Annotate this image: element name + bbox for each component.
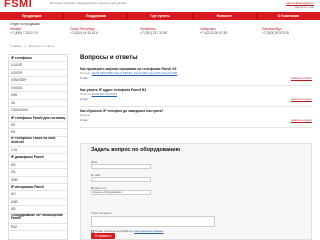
phone-number[interactable]: +7 (343) 30 579 30	[262, 31, 289, 35]
sidebar-item[interactable]: C400/C600	[9, 107, 67, 115]
sidebar-item[interactable]: X3S/X3SP	[9, 77, 67, 85]
sidebar-item[interactable]: X6	[9, 100, 67, 108]
nav-item-about[interactable]: О Компании	[257, 12, 320, 20]
faq-main: Вопросы и ответы Как проверить версию пр…	[80, 54, 312, 128]
nav-item-news[interactable]: Новости	[193, 12, 257, 20]
sidebar-item[interactable]: i31	[9, 169, 67, 177]
faq-models-label: Модели:	[80, 92, 91, 96]
breadcrumb-home[interactable]: Главная	[10, 44, 21, 48]
faq-show-answer-link[interactable]: смотреть ответ	[291, 97, 312, 101]
sidebar-item[interactable]: i20	[9, 162, 67, 170]
sidebar-item[interactable]: X7A	[9, 147, 67, 155]
faq-answer-label: Ответ:	[80, 97, 90, 101]
phones-title: Отдел по продажам:	[10, 22, 41, 26]
faq-models-label: Модели:	[80, 113, 91, 117]
faq-models: Модели: Fanvil X3S/X3SP, Fanvil X4/X4G, …	[80, 71, 177, 75]
form-title: Задать вопрос по оборудованию	[91, 147, 181, 153]
phone-number[interactable]: +7 (351) 217 32 55	[140, 31, 167, 35]
faq-show-answer-link[interactable]: смотреть ответ	[291, 118, 312, 122]
faq-models: Модели:	[80, 113, 91, 117]
faq-item: Как сбросить IP телефон до заводских нас…	[80, 107, 312, 128]
faq-question[interactable]: Как сбросить IP телефон до заводских нас…	[80, 109, 164, 113]
phone-number[interactable]: +7 (812) 41 43 42 6	[70, 31, 98, 35]
logo[interactable]: FSMI	[4, 0, 38, 9]
sidebar-category-door-phones[interactable]: IP домофоны Fanvil	[9, 154, 67, 162]
main-nav: Продукция Поддержка Где купить Новости О…	[0, 12, 320, 20]
phone-number[interactable]: +7 (4212) 26 47 55	[200, 31, 227, 35]
ask-question-form: Задать вопрос по оборудованию Имя E-mail…	[80, 143, 312, 240]
phone-chelyabinsk: Челябинск +7 (351) 217 32 55	[140, 27, 167, 35]
sidebar-item[interactable]: H2	[9, 122, 67, 130]
faq-item: Как узнать IP адрес телефона Fanvil H3 М…	[80, 86, 312, 107]
catalog-sidebar: IP телефоны X1/X1P X2/X2P X3S/X3SP X4/X4…	[8, 54, 68, 240]
phone-moscow: Москва +7 (495) 7 2022 0 9	[10, 27, 38, 35]
sidebar-category-ip-phones[interactable]: IP телефоны	[9, 55, 67, 63]
nav-item-products[interactable]: Продукция	[0, 12, 65, 20]
sidebar-item[interactable]: i33S	[9, 177, 67, 184]
email-input[interactable]	[91, 177, 151, 182]
consent-link[interactable]: персональных данных	[134, 229, 163, 233]
breadcrumb-current: Вопросы и ответы	[29, 44, 55, 48]
sidebar-category-hotel-phones[interactable]: IP телефоны Fanvil для гостиниц	[9, 115, 67, 122]
faq-models-links[interactable]: Fanvil H2, Fanvil H3	[92, 92, 117, 96]
faq-answer: Ответ:	[80, 118, 89, 122]
sidebar-item[interactable]: X5S	[9, 92, 67, 100]
page-title: Вопросы и ответы	[80, 54, 138, 61]
sidebar-category-android-phones[interactable]: IP телефоны Fanvil на базе Android	[9, 137, 67, 147]
faq-answer: Ответ:	[80, 97, 89, 101]
send-button[interactable]: Отправить	[91, 233, 115, 239]
sidebar-item[interactable]: i30	[9, 206, 67, 214]
model-select[interactable]: модель оборудования	[91, 190, 151, 195]
top-bar: FSMI Интернет-магазин оборудования и сре…	[0, 0, 320, 12]
tagline: Интернет-магазин оборудования и средств …	[50, 1, 127, 5]
breadcrumb: Главная» Вопросы и ответы	[10, 44, 57, 48]
faq-models: Модели: Fanvil H2, Fanvil H3	[80, 92, 117, 96]
nav-item-support[interactable]: Поддержка	[64, 12, 129, 20]
sidebar-item[interactable]: i10	[9, 191, 67, 199]
sidebar-item[interactable]: X4/X4G	[9, 85, 67, 93]
faq-answer-label: Ответ:	[80, 118, 90, 122]
sidebar-item[interactable]: PA2	[9, 224, 67, 232]
breadcrumb-separator: »	[24, 44, 27, 48]
phone-spb: Санкт-Петербург +7 (812) 41 43 42 6	[70, 27, 98, 35]
sales-phones: Отдел по продажам: Москва +7 (495) 7 202…	[0, 21, 320, 43]
sidebar-item[interactable]: i18S	[9, 199, 67, 207]
faq-answer-label: Ответ:	[80, 76, 90, 80]
phone-number[interactable]: +7 (495) 7 2022 0 9	[10, 31, 38, 35]
question-label: Текст вопроса	[91, 211, 112, 215]
question-textarea[interactable]	[91, 216, 215, 227]
faq-models-label: Модели:	[80, 71, 91, 75]
sidebar-item[interactable]: X2/X2P	[9, 70, 67, 78]
name-input[interactable]	[91, 164, 151, 169]
phone-khabarovsk: Хабаровск +7 (4212) 26 47 55	[200, 27, 227, 35]
sidebar-item[interactable]: X1/X1P	[9, 62, 67, 70]
faq-item: Как проверить версию прошивки на телефон…	[80, 65, 312, 86]
sidebar-category-intercoms[interactable]: IP интеркомы Fanvil	[9, 184, 67, 192]
sidebar-category-sip-paging[interactable]: Оборудование SIP оповещения Fanvil	[9, 214, 67, 224]
phone-ekaterinburg: Екатеринбург +7 (343) 30 579 30	[262, 27, 289, 35]
nav-item-where-to-buy[interactable]: Где купить	[128, 12, 193, 20]
faq-answer: Ответ:	[80, 76, 89, 80]
sidebar-item[interactable]: H3	[9, 129, 67, 137]
faq-show-answer-link[interactable]: смотреть ответ	[291, 76, 312, 80]
faq-models-links[interactable]: Fanvil X3S/X3SP, Fanvil X4/X4G, Fanvil X…	[92, 71, 177, 75]
contact-sub-link[interactable]: Написать нам	[295, 5, 314, 9]
